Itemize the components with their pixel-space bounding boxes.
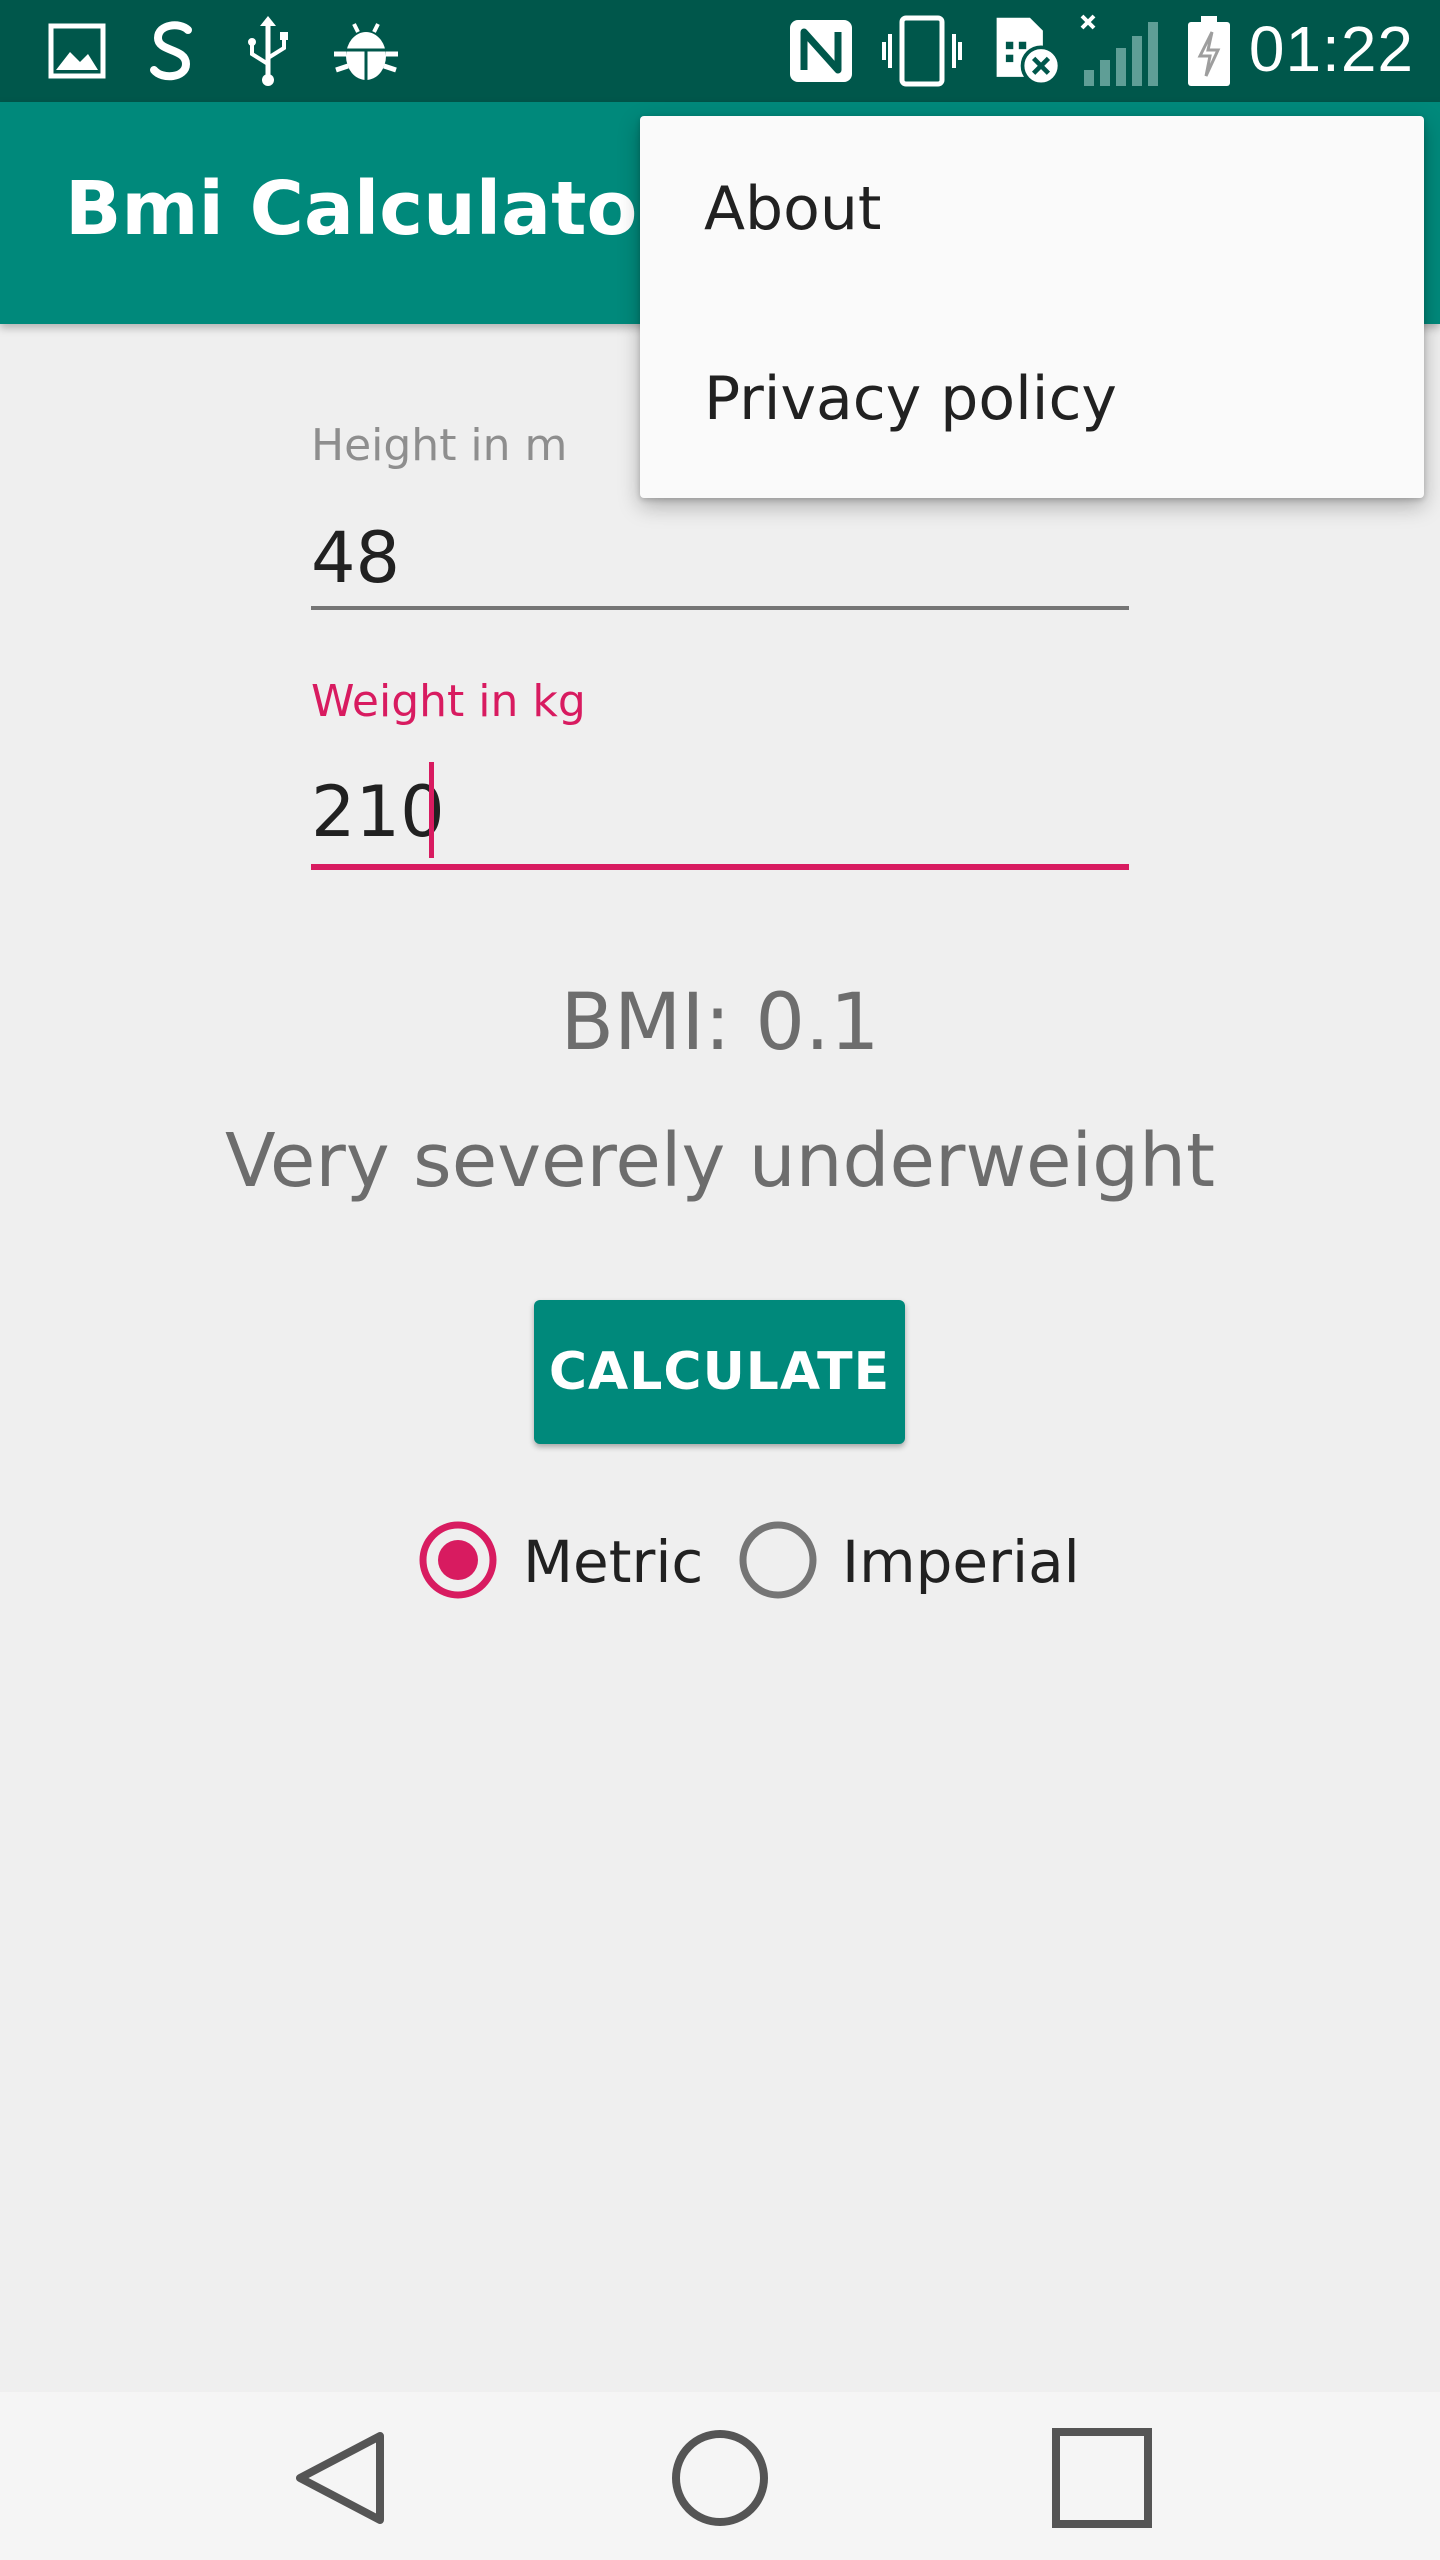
no-sim-icon — [996, 17, 1062, 87]
bmi-category: Very severely underweight — [225, 1118, 1215, 1204]
bmi-result: BMI: 0.1 — [560, 978, 880, 1068]
usb-icon — [248, 16, 288, 86]
navigation-bar — [0, 2392, 1440, 2560]
metric-radio-label[interactable]: Metric — [523, 1528, 703, 1596]
status-bar: 01:22 — [0, 0, 1440, 102]
menu-item-privacy-policy[interactable]: Privacy policy — [640, 306, 1424, 496]
app-title: Bmi Calculator — [65, 166, 674, 252]
imperial-radio-label[interactable]: Imperial — [842, 1528, 1080, 1596]
android-debug-icon — [334, 23, 398, 80]
signal-icon — [1080, 14, 1158, 86]
menu-item-privacy-policy-label: Privacy policy — [704, 364, 1117, 434]
height-label: Height in m — [311, 420, 568, 471]
vibrate-icon — [882, 15, 962, 87]
status-time: 01:22 — [1248, 13, 1414, 85]
menu-item-about-label: About — [704, 174, 882, 244]
height-input[interactable] — [311, 512, 1129, 604]
menu-item-about[interactable]: About — [640, 116, 1424, 306]
weight-input-underline — [311, 864, 1129, 870]
weight-label: Weight in kg — [311, 676, 586, 727]
text-cursor — [429, 762, 434, 858]
home-icon[interactable] — [660, 2418, 780, 2538]
imperial-radio[interactable] — [738, 1520, 818, 1600]
battery-charging-icon — [1188, 16, 1230, 86]
nfc-icon — [790, 20, 852, 82]
recents-icon[interactable] — [1042, 2418, 1162, 2538]
calculate-button[interactable]: CALCULATE — [534, 1300, 905, 1444]
back-icon[interactable] — [280, 2418, 400, 2538]
overflow-menu: About Privacy policy — [640, 116, 1424, 498]
swiftkey-icon — [150, 21, 192, 81]
gallery-icon — [48, 23, 106, 79]
height-input-underline — [311, 606, 1129, 610]
metric-radio[interactable] — [418, 1520, 498, 1600]
